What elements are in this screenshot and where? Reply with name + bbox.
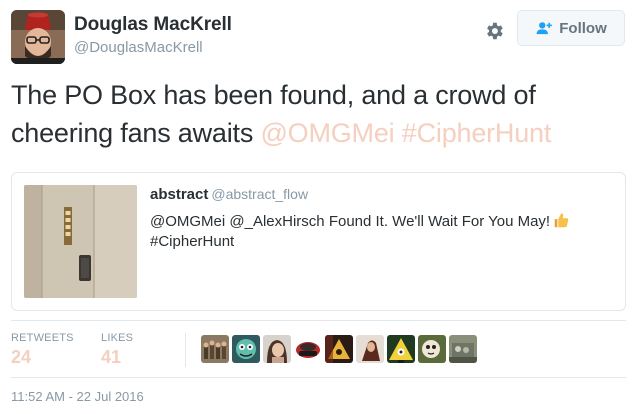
follow-button[interactable]: Follow	[517, 10, 625, 46]
liker-avatar[interactable]	[387, 335, 415, 363]
po-box-photo	[24, 185, 137, 298]
liker-avatar[interactable]	[325, 335, 353, 363]
gear-icon[interactable]	[483, 20, 505, 42]
avatar-image	[11, 10, 65, 64]
add-user-icon	[536, 22, 553, 35]
quoted-author-handle: @abstract_flow	[211, 186, 309, 202]
author-avatar[interactable]	[11, 10, 65, 64]
tweet-text: The PO Box has been found, and a crowd o…	[11, 76, 631, 152]
liker-avatar[interactable]	[263, 335, 291, 363]
tweet-timestamp[interactable]: 11:52 AM - 22 Jul 2016	[11, 389, 144, 404]
quoted-tweet-author[interactable]: abstract @abstract_flow	[150, 186, 308, 203]
quoted-tweet-media[interactable]	[24, 185, 137, 298]
quoted-text-line1: @OMGMei @_AlexHirsch Found It. We'll Wai…	[150, 213, 551, 230]
likes-label: LIKES	[101, 332, 134, 344]
quoted-text-line2: #CipherHunt	[150, 233, 235, 250]
quoted-author-name: abstract	[150, 186, 209, 203]
follow-label: Follow	[559, 19, 607, 37]
quoted-tweet-card[interactable]: abstract @abstract_flow @OMGMei @_AlexHir…	[11, 172, 626, 311]
stats-divider-top	[11, 320, 626, 321]
likers-avatars	[201, 335, 477, 363]
thumbs-up-emoji-icon	[554, 213, 569, 228]
retweets-label: RETWEETS	[11, 332, 74, 344]
liker-avatar[interactable]	[356, 335, 384, 363]
author-display-name[interactable]: Douglas MacKrell	[74, 14, 232, 36]
likes-stat[interactable]: LIKES 41	[101, 332, 133, 368]
stats-vertical-divider	[185, 333, 186, 367]
retweets-stat[interactable]: RETWEETS 24	[11, 332, 74, 368]
tweet-hashtag-link[interactable]: #CipherHunt	[402, 118, 552, 148]
likes-count: 41	[101, 347, 122, 367]
tweet-mention-link[interactable]: @OMGMei	[260, 118, 394, 148]
author-screen-name[interactable]: @DouglasMacKrell	[74, 39, 203, 56]
liker-avatar[interactable]	[232, 335, 260, 363]
retweets-count: 24	[11, 347, 32, 367]
quoted-tweet-text: @OMGMei @_AlexHirsch Found It. We'll Wai…	[150, 211, 620, 252]
liker-avatar[interactable]	[449, 335, 477, 363]
stats-divider-bottom	[11, 377, 626, 378]
liker-avatar[interactable]	[418, 335, 446, 363]
liker-avatar[interactable]	[294, 335, 322, 363]
liker-avatar[interactable]	[201, 335, 229, 363]
